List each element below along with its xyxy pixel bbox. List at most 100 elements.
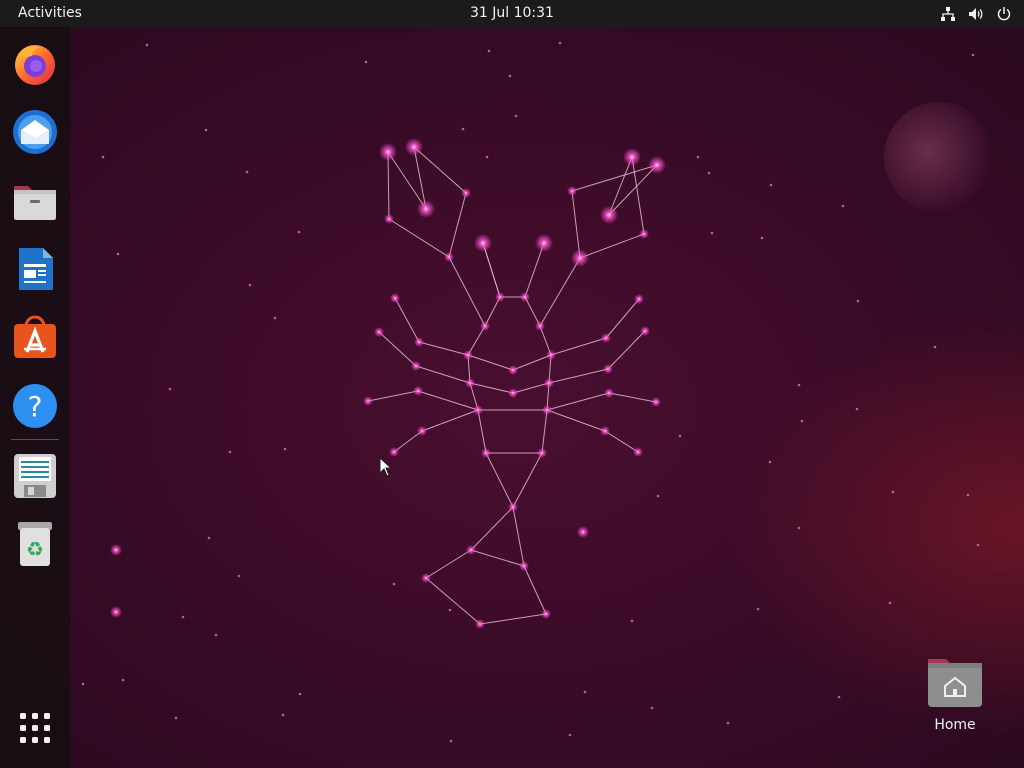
- constellation-line: [470, 506, 514, 551]
- constellation-line: [467, 354, 514, 371]
- background-star: [237, 574, 241, 578]
- background-star: [245, 170, 249, 174]
- background-star: [797, 526, 801, 530]
- constellation-star: [535, 234, 553, 252]
- power-icon[interactable]: [994, 4, 1014, 24]
- background-star: [568, 733, 572, 737]
- background-star: [856, 299, 860, 303]
- constellation-star: [508, 365, 518, 375]
- background-star: [855, 407, 859, 411]
- background-star: [298, 692, 302, 696]
- background-star: [696, 155, 700, 159]
- background-star: [841, 204, 845, 208]
- background-star: [145, 43, 149, 47]
- constellation-star: [508, 502, 518, 512]
- app-grid-icon: [20, 713, 50, 743]
- system-tray[interactable]: [938, 0, 1014, 27]
- constellation-star: [475, 619, 485, 629]
- background-star: [214, 633, 218, 637]
- network-icon[interactable]: [938, 4, 958, 24]
- constellation-line: [467, 325, 486, 356]
- files-launcher[interactable]: [10, 176, 60, 226]
- constellation-line: [548, 368, 609, 384]
- writer-icon: [19, 248, 53, 290]
- volume-icon[interactable]: [966, 4, 986, 24]
- constellation-star: [465, 378, 475, 388]
- constellation-line: [485, 452, 514, 508]
- background-star: [207, 536, 211, 540]
- background-star: [204, 128, 208, 132]
- background-star: [116, 252, 120, 256]
- constellation-stars: [363, 138, 666, 629]
- constellation-line: [550, 337, 607, 356]
- firefox-launcher[interactable]: [10, 38, 60, 88]
- constellation-line: [479, 613, 547, 625]
- thunderbird-launcher[interactable]: [10, 107, 60, 157]
- dock-separator: [11, 439, 59, 440]
- constellation-line: [477, 409, 487, 454]
- constellation-line: [604, 430, 639, 453]
- constellation-star: [603, 364, 613, 374]
- constellation-line: [608, 392, 657, 403]
- constellation-star: [604, 388, 614, 398]
- background-star: [283, 447, 287, 451]
- background-star: [508, 74, 512, 78]
- constellation-star: [390, 293, 400, 303]
- background-star: [461, 127, 465, 131]
- constellation-line: [418, 341, 469, 356]
- constellation-star: [508, 388, 518, 398]
- software-store-launcher[interactable]: [10, 312, 60, 362]
- constellation-line: [607, 330, 646, 370]
- constellation-star: [542, 405, 552, 415]
- constellation-line: [425, 549, 472, 579]
- show-applications-button[interactable]: [10, 703, 60, 753]
- home-desktop-icon[interactable]: Home: [920, 655, 990, 740]
- firefox-icon: [15, 45, 55, 85]
- background-star: [797, 383, 801, 387]
- clock-button[interactable]: 31 Jul 10:31: [470, 5, 554, 21]
- background-star: [449, 739, 453, 743]
- writer-launcher[interactable]: [10, 244, 60, 294]
- background-star: [228, 450, 232, 454]
- background-star: [678, 434, 682, 438]
- background-star: [710, 231, 714, 235]
- constellation-line: [541, 409, 548, 454]
- constellation-star: [480, 321, 490, 331]
- background-star: [630, 619, 634, 623]
- disk-icon: [14, 454, 56, 498]
- constellation-line: [415, 365, 471, 384]
- constellation-line: [571, 190, 581, 259]
- activities-button[interactable]: Activities: [12, 0, 88, 27]
- constellation-star: [417, 426, 427, 436]
- background-star: [81, 682, 85, 686]
- background-star: [174, 716, 178, 720]
- constellation-star: [520, 292, 530, 302]
- background-star: [891, 490, 895, 494]
- constellation-line: [512, 506, 525, 567]
- background-star: [364, 60, 368, 64]
- files-icon: [14, 186, 56, 220]
- svg-text:♻: ♻: [26, 537, 44, 561]
- constellation-line: [546, 392, 610, 411]
- constellation-star: [389, 447, 399, 457]
- constellation-star: [633, 447, 643, 457]
- constellation-star: [544, 378, 554, 388]
- dock: ? ♻: [0, 27, 70, 768]
- constellation-star: [567, 186, 577, 196]
- background-star: [101, 155, 105, 159]
- constellation-line: [539, 257, 581, 327]
- constellation-line: [425, 577, 481, 625]
- trash-launcher[interactable]: ♻: [10, 519, 60, 569]
- help-launcher[interactable]: ?: [10, 381, 60, 431]
- constellation-star: [519, 561, 529, 571]
- background-star: [392, 582, 396, 586]
- background-star: [800, 419, 804, 423]
- background-star: [558, 41, 562, 45]
- constellation-line: [579, 233, 645, 259]
- background-star: [485, 155, 489, 159]
- background-star: [976, 543, 980, 547]
- constellation-line: [417, 390, 479, 411]
- constellation-star: [374, 327, 384, 337]
- disk-launcher[interactable]: [10, 451, 60, 501]
- lobster-constellation: [81, 41, 980, 743]
